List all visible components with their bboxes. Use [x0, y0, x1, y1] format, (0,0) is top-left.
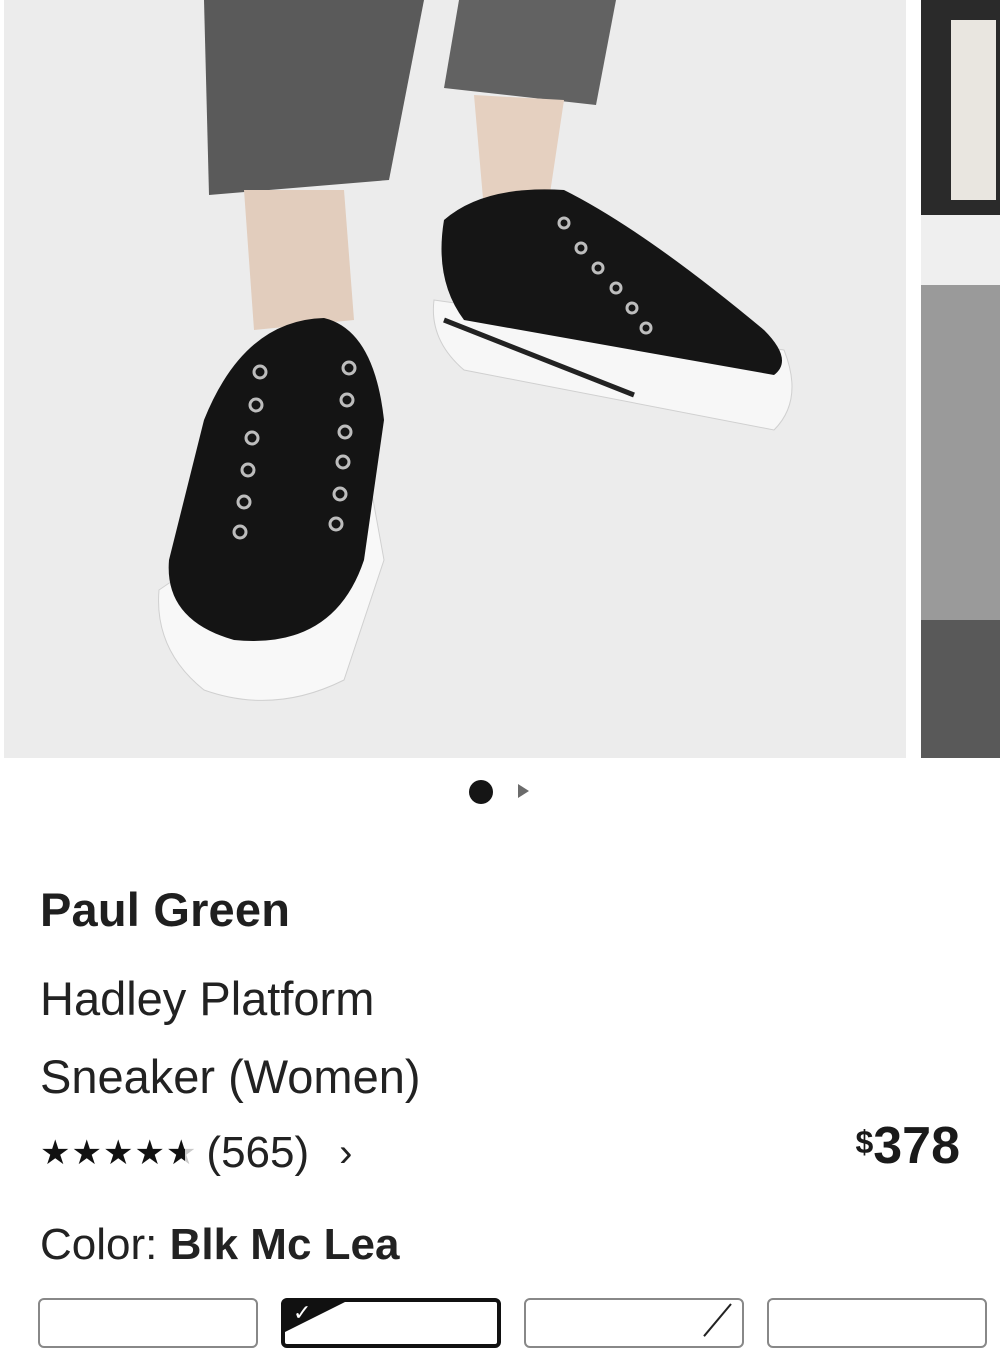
- star-icon: ★: [71, 1134, 102, 1172]
- next-photo-preview: [921, 0, 1000, 758]
- star-icon: ★: [102, 1134, 134, 1172]
- product-image-main[interactable]: [4, 0, 906, 758]
- chevron-right-icon[interactable]: ›: [339, 1131, 352, 1176]
- color-swatch[interactable]: [767, 1298, 987, 1348]
- star-icon: ★: [40, 1134, 71, 1172]
- price-amount: 378: [873, 1117, 960, 1175]
- star-rating: ★ ★ ★ ★ ★ ★: [40, 1136, 196, 1170]
- carousel-pagination: [0, 772, 1000, 808]
- product-name: Hadley Platform Sneaker (Women): [40, 960, 640, 1116]
- product-brand[interactable]: Paul Green: [40, 882, 290, 937]
- color-swatch-unavailable[interactable]: [524, 1298, 744, 1348]
- color-swatch-list: ✓: [38, 1298, 998, 1348]
- product-price: $ 378: [855, 1116, 960, 1176]
- star-icon: ★: [134, 1134, 165, 1172]
- color-selection-label: Color: Blk Mc Lea: [40, 1220, 399, 1270]
- color-value: Blk Mc Lea: [169, 1220, 400, 1269]
- product-image-next[interactable]: [921, 0, 1000, 758]
- color-label: Color:: [40, 1220, 158, 1269]
- product-name-line-2: Sneaker (Women): [40, 1050, 421, 1103]
- unavailable-slash-icon: [703, 1303, 732, 1337]
- pagination-next-icon[interactable]: [518, 784, 529, 798]
- pagination-dot-active[interactable]: [469, 780, 493, 804]
- sneaker-photo: [4, 0, 906, 758]
- color-swatch[interactable]: [38, 1298, 258, 1348]
- rating-reviews-link[interactable]: ★ ★ ★ ★ ★ ★ (565) ›: [40, 1124, 352, 1182]
- product-name-line-1: Hadley Platform: [40, 972, 375, 1025]
- review-count[interactable]: (565): [206, 1128, 309, 1178]
- product-image-carousel[interactable]: [0, 0, 1000, 758]
- half-star-icon: ★ ★: [165, 1134, 197, 1172]
- price-currency: $: [855, 1124, 874, 1160]
- check-icon: ✓: [285, 1302, 345, 1332]
- color-swatch-selected[interactable]: ✓: [281, 1298, 501, 1348]
